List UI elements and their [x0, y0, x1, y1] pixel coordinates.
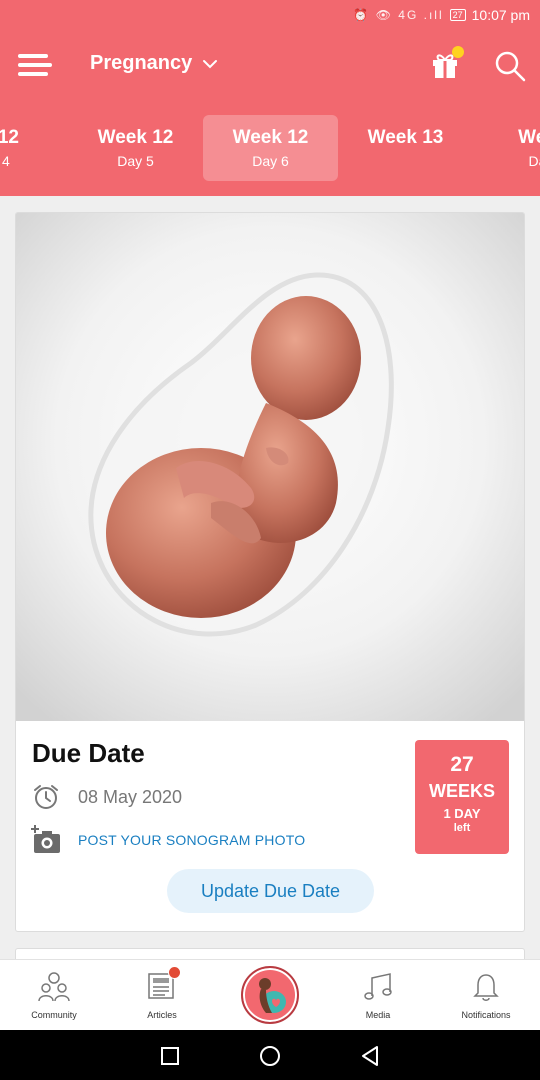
sonogram-link-label: POST YOUR SONOGRAM PHOTO [78, 832, 306, 848]
home-icon[interactable] [259, 1045, 281, 1067]
music-note-icon [364, 973, 392, 1000]
alarm-clock-icon [34, 785, 58, 809]
recent-apps-icon[interactable] [159, 1045, 181, 1067]
day-label: y 4 [0, 153, 10, 169]
week-label: Week 12 [97, 127, 174, 148]
menu-icon[interactable] [18, 54, 52, 78]
back-icon[interactable] [359, 1045, 381, 1067]
due-date-card: Due Date 08 May 2020 POST YOUR SONOGRAM … [15, 212, 525, 932]
week-item[interactable]: k 12 y 4 [0, 115, 68, 181]
day-label: Da [528, 153, 540, 169]
nav-notifications[interactable]: Notifications [432, 960, 540, 1031]
chevron-down-icon [203, 59, 218, 68]
post-sonogram-link[interactable]: POST YOUR SONOGRAM PHOTO [30, 825, 305, 855]
nav-label: Notifications [461, 1010, 511, 1020]
week-item[interactable]: Wee Da [470, 115, 540, 181]
due-date-row: 08 May 2020 [32, 783, 182, 811]
pregnancy-center-button[interactable] [241, 966, 299, 1024]
add-photo-icon [31, 825, 60, 853]
nav-label: Media [365, 1010, 391, 1020]
nav-media[interactable]: Media [324, 960, 432, 1031]
search-icon[interactable] [494, 50, 526, 82]
days-value: 1 DAY [443, 806, 481, 821]
pregnancy-icon [259, 978, 286, 1013]
pregnancy-label: Pregnancy [90, 52, 193, 74]
nav-articles[interactable]: Articles [108, 960, 216, 1031]
update-due-date-button[interactable]: Update Due Date [167, 869, 374, 913]
day-label: Day 5 [117, 153, 154, 169]
due-date-title: Due Date [32, 738, 145, 768]
left-label: left [453, 822, 471, 834]
week-label: Week 12 [232, 127, 309, 148]
nav-label: Articles [147, 1010, 177, 1020]
week-label: Wee [518, 127, 540, 148]
weeks-unit: WEEKS [428, 781, 495, 801]
nav-community[interactable]: Community [0, 960, 108, 1031]
weeks-number: 27 [450, 753, 474, 776]
battery-icon: 27 [449, 9, 466, 21]
system-nav-bar [0, 1030, 540, 1080]
nav-label: Community [31, 1010, 77, 1020]
status-bar: ⏰ 👁 4G .ıll 27 10:07 pm [0, 0, 540, 30]
week-label: k 12 [0, 127, 19, 148]
bell-icon [473, 974, 499, 1001]
due-date-value: 08 May 2020 [78, 786, 183, 807]
community-icon [38, 972, 70, 1002]
status-time: 10:07 pm [471, 7, 530, 23]
week-label: Week 13 [367, 127, 444, 148]
pregnancy-selector[interactable]: Pregnancy [90, 52, 218, 75]
gift-badge-dot [452, 46, 464, 58]
week-item-selected[interactable]: Week 12 Day 6 [203, 115, 338, 181]
fetus-illustration [16, 213, 524, 721]
status-indicators: ⏰ 👁 4G .ıll [353, 8, 444, 22]
day-label: Day 6 [252, 153, 289, 169]
week-selector: k 12 y 4 Week 12 Day 5 Week 12 Day 6 Wee… [0, 115, 540, 183]
app-header: Pregnancy k 12 y 4 Week 12 Day 5 Week 12… [0, 30, 540, 196]
weeks-left-badge: 27 WEEKS 1 DAY left [415, 740, 509, 854]
week-item[interactable]: Week 12 Day 5 [68, 115, 203, 181]
articles-badge-dot [168, 966, 181, 979]
week-item[interactable]: Week 13 [338, 115, 473, 181]
